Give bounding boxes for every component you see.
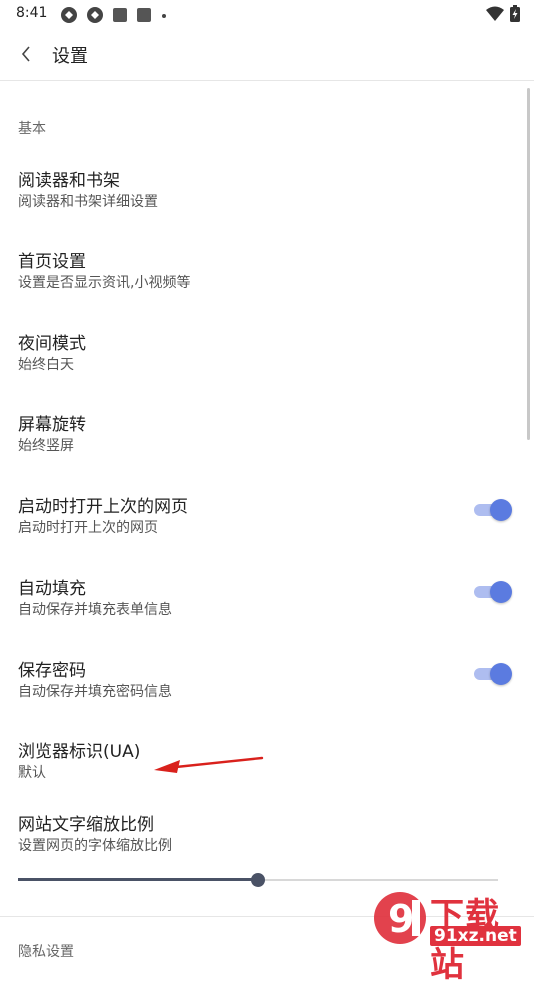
toggle-thumb (490, 663, 512, 685)
setting-subtitle: 阅读器和书架详细设置 (18, 194, 158, 210)
status-bar: 8:41 (0, 0, 534, 28)
setting-title: 首页设置 (18, 252, 86, 272)
setting-subtitle: 设置网页的字体缩放比例 (18, 838, 172, 854)
page-title: 设置 (52, 46, 88, 67)
setting-subtitle: 默认 (18, 765, 46, 781)
section-header-basic: 基本 (18, 121, 46, 137)
toggle-thumb (490, 499, 512, 521)
setting-subtitle: 始终白天 (18, 357, 74, 373)
watermark-url: 91xz.net (430, 926, 521, 946)
setting-title: 网站文字缩放比例 (18, 815, 154, 835)
setting-night-mode[interactable]: 夜间模式 始终白天 (0, 329, 534, 409)
svg-text:9: 9 (388, 897, 414, 941)
square-notification-icon (113, 8, 127, 22)
battery-charging-icon (510, 5, 520, 22)
setting-title: 浏览器标识(UA) (18, 742, 141, 762)
setting-title: 屏幕旋转 (18, 415, 86, 435)
system-icons (486, 5, 520, 22)
setting-homepage[interactable]: 首页设置 设置是否显示资讯,小视频等 (0, 247, 534, 327)
chevron-left-icon (21, 46, 30, 62)
app-notification-icon (87, 7, 103, 23)
setting-subtitle: 始终竖屏 (18, 438, 74, 454)
toggle-thumb (490, 581, 512, 603)
setting-save-password[interactable]: 保存密码 自动保存并填充密码信息 (0, 656, 534, 736)
setting-subtitle: 自动保存并填充表单信息 (18, 602, 172, 618)
autofill-toggle[interactable] (474, 580, 514, 604)
back-button[interactable] (12, 40, 40, 68)
setting-title: 夜间模式 (18, 334, 86, 354)
more-notifications-dot-icon (162, 14, 166, 18)
setting-restore-last-page[interactable]: 启动时打开上次的网页 启动时打开上次的网页 (0, 492, 534, 572)
setting-title: 自动填充 (18, 579, 86, 599)
setting-subtitle: 设置是否显示资讯,小视频等 (18, 275, 191, 291)
annotation-arrow-icon (154, 756, 264, 773)
setting-subtitle: 启动时打开上次的网页 (18, 520, 158, 536)
notification-icons (60, 6, 168, 24)
wifi-icon (486, 6, 504, 21)
section-header-privacy: 隐私设置 (18, 944, 74, 960)
slider-fill (18, 878, 258, 881)
app-bar: 设置 (0, 28, 534, 81)
restore-last-page-toggle[interactable] (474, 498, 514, 522)
setting-screen-rotation[interactable]: 屏幕旋转 始终竖屏 (0, 410, 534, 490)
slider-thumb[interactable] (251, 873, 265, 887)
setting-subtitle: 自动保存并填充密码信息 (18, 684, 172, 700)
app-notification-icon (61, 7, 77, 23)
status-time: 8:41 (16, 5, 48, 21)
setting-reader-bookshelf[interactable]: 阅读器和书架 阅读器和书架详细设置 (0, 166, 534, 246)
setting-title: 保存密码 (18, 661, 86, 681)
setting-autofill[interactable]: 自动填充 自动保存并填充表单信息 (0, 574, 534, 654)
square-notification-icon (137, 8, 151, 22)
text-scale-slider[interactable] (18, 870, 498, 890)
save-password-toggle[interactable] (474, 662, 514, 686)
setting-user-agent[interactable]: 浏览器标识(UA) 默认 (0, 737, 534, 817)
setting-title: 阅读器和书架 (18, 171, 120, 191)
setting-title: 启动时打开上次的网页 (18, 497, 188, 517)
